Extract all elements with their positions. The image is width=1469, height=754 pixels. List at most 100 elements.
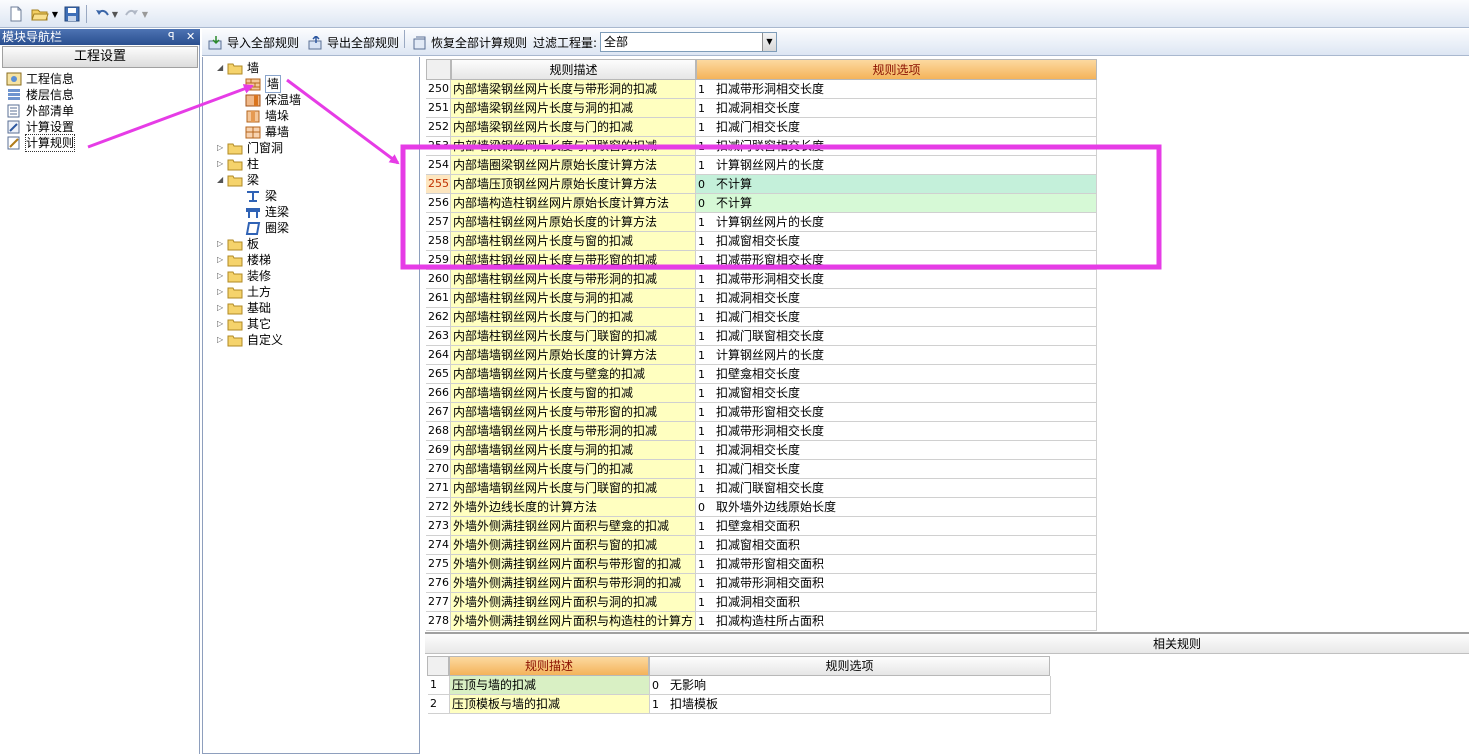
import-all-rules-button[interactable]: 导入全部规则 [208,34,299,52]
rule-description-cell[interactable]: 外墙外侧满挂钢丝网片面积与构造柱的计算方 [451,612,696,631]
rule-description-cell[interactable]: 内部墙墙钢丝网片长度与门的扣减 [451,460,696,479]
related-option-cell[interactable]: 1 扣墙模板 [650,695,1051,714]
rule-description-cell[interactable]: 外墙外边线长度的计算方法 [451,498,696,517]
table-row[interactable]: 263 内部墙柱钢丝网片长度与门联窗的扣减 1 扣减门联窗相交长度 [425,327,1097,346]
table-row[interactable]: 278 外墙外侧满挂钢丝网片面积与构造柱的计算方 1 扣减构造柱所占面积 [425,612,1097,631]
rule-description-cell[interactable]: 内部墙柱钢丝网片长度与门的扣减 [451,308,696,327]
column-header-options[interactable]: 规则选项 [696,59,1097,80]
rule-option-cell[interactable]: 1 计算钢丝网片的长度 [696,346,1097,365]
related-option-cell[interactable]: 0 无影响 [650,676,1051,695]
expand-icon[interactable]: ▷ [217,252,227,268]
table-row[interactable]: 266 内部墙墙钢丝网片长度与窗的扣减 1 扣减窗相交长度 [425,384,1097,403]
undo-icon[interactable] [92,4,112,24]
nav-item-project-info[interactable]: 工程信息 [6,71,74,87]
tree-node-slab[interactable]: ▷ 板 [217,236,259,252]
rule-description-cell[interactable]: 内部墙梁钢丝网片长度与带形洞的扣减 [451,80,696,99]
rule-description-cell[interactable]: 内部墙柱钢丝网片长度与门联窗的扣减 [451,327,696,346]
rule-option-cell[interactable]: 1 扣减洞相交面积 [696,593,1097,612]
tree-node-other[interactable]: ▷ 其它 [217,316,271,332]
table-row[interactable]: 265 内部墙墙钢丝网片长度与壁龛的扣减 1 扣壁龛相交长度 [425,365,1097,384]
rule-description-cell[interactable]: 内部墙柱钢丝网片长度与洞的扣减 [451,289,696,308]
table-row[interactable]: 267 内部墙墙钢丝网片长度与带形窗的扣减 1 扣减带形窗相交长度 [425,403,1097,422]
table-row[interactable]: 255 内部墙压顶钢丝网片原始长度计算方法 0 不计算 [425,175,1097,194]
expand-icon[interactable]: ▷ [217,156,227,172]
rule-option-cell[interactable]: 1 扣减带形窗相交面积 [696,555,1097,574]
rule-option-cell[interactable]: 1 扣减窗相交面积 [696,536,1097,555]
rule-description-cell[interactable]: 外墙外侧满挂钢丝网片面积与带形窗的扣减 [451,555,696,574]
rule-option-cell[interactable]: 1 扣减构造柱所占面积 [696,612,1097,631]
rule-option-cell[interactable]: 1 扣减门联窗相交长度 [696,137,1097,156]
rule-description-cell[interactable]: 内部墙柱钢丝网片长度与带形窗的扣减 [451,251,696,270]
nav-item-floor-info[interactable]: 楼层信息 [6,87,74,103]
expand-icon[interactable]: ▷ [217,140,227,156]
rule-description-cell[interactable]: 内部墙墙钢丝网片原始长度的计算方法 [451,346,696,365]
open-folder-icon[interactable] [30,4,50,24]
rule-option-cell[interactable]: 1 扣减带形洞相交长度 [696,422,1097,441]
table-row[interactable]: 253 内部墙梁钢丝网片长度与门联窗的扣减 1 扣减门联窗相交长度 [425,137,1097,156]
rule-description-cell[interactable]: 内部墙梁钢丝网片长度与门的扣减 [451,118,696,137]
related-description-cell[interactable]: 压顶模板与墙的扣减 [450,695,650,714]
tree-node-beam-group[interactable]: ◢ 梁 [217,172,259,188]
table-row[interactable]: 251 内部墙梁钢丝网片长度与洞的扣减 1 扣减洞相交长度 [425,99,1097,118]
tree-node-wall-pier[interactable]: 墙垛 [235,108,289,124]
tree-node-link-beam[interactable]: 连梁 [235,204,289,220]
rule-description-cell[interactable]: 内部墙墙钢丝网片长度与带形窗的扣减 [451,403,696,422]
related-column-header-description[interactable]: 规则描述 [449,656,649,676]
table-row[interactable]: 262 内部墙柱钢丝网片长度与门的扣减 1 扣减门相交长度 [425,308,1097,327]
rule-option-cell[interactable]: 1 计算钢丝网片的长度 [696,156,1097,175]
rule-description-cell[interactable]: 外墙外侧满挂钢丝网片面积与洞的扣减 [451,593,696,612]
rule-option-cell[interactable]: 1 扣减洞相交长度 [696,441,1097,460]
table-row[interactable]: 261 内部墙柱钢丝网片长度与洞的扣减 1 扣减洞相交长度 [425,289,1097,308]
tree-node-column[interactable]: ▷ 柱 [217,156,259,172]
rule-option-cell[interactable]: 0 不计算 [696,175,1097,194]
expand-icon[interactable]: ▷ [217,332,227,348]
table-row[interactable]: 259 内部墙柱钢丝网片长度与带形窗的扣减 1 扣减带形窗相交长度 [425,251,1097,270]
rule-option-cell[interactable]: 1 扣减洞相交长度 [696,99,1097,118]
table-row[interactable]: 257 内部墙柱钢丝网片原始长度的计算方法 1 计算钢丝网片的长度 [425,213,1097,232]
rule-option-cell[interactable]: 1 扣减门相交长度 [696,118,1097,137]
rule-option-cell[interactable]: 1 扣壁龛相交面积 [696,517,1097,536]
rule-option-cell[interactable]: 1 扣壁龛相交长度 [696,365,1097,384]
collapse-icon[interactable]: ◢ [217,172,227,188]
rule-description-cell[interactable]: 内部墙墙钢丝网片长度与壁龛的扣减 [451,365,696,384]
rule-option-cell[interactable]: 1 扣减门相交长度 [696,460,1097,479]
rule-description-cell[interactable]: 内部墙压顶钢丝网片原始长度计算方法 [451,175,696,194]
rule-option-cell[interactable]: 1 扣减带形洞相交面积 [696,574,1097,593]
table-row[interactable]: 275 外墙外侧满挂钢丝网片面积与带形窗的扣减 1 扣减带形窗相交面积 [425,555,1097,574]
tree-node-earthwork[interactable]: ▷ 土方 [217,284,271,300]
rule-description-cell[interactable]: 内部墙墙钢丝网片长度与带形洞的扣减 [451,422,696,441]
table-row[interactable]: 250 内部墙梁钢丝网片长度与带形洞的扣减 1 扣减带形洞相交长度 [425,80,1097,99]
tree-node-stairs[interactable]: ▷ 楼梯 [217,252,271,268]
open-dropdown-icon[interactable]: ▼ [50,4,60,24]
rule-description-cell[interactable]: 外墙外侧满挂钢丝网片面积与壁龛的扣减 [451,517,696,536]
rule-description-cell[interactable]: 内部墙柱钢丝网片长度与带形洞的扣减 [451,270,696,289]
rule-option-cell[interactable]: 1 扣减门相交长度 [696,308,1097,327]
redo-icon[interactable] [122,4,142,24]
rule-description-cell[interactable]: 外墙外侧满挂钢丝网片面积与带形洞的扣减 [451,574,696,593]
rule-description-cell[interactable]: 内部墙梁钢丝网片长度与门联窗的扣减 [451,137,696,156]
rule-option-cell[interactable]: 0 取外墙外边线原始长度 [696,498,1097,517]
rule-option-cell[interactable]: 1 扣减带形窗相交长度 [696,403,1097,422]
restore-all-rules-button[interactable]: 恢复全部计算规则 [412,34,527,52]
related-column-header-options[interactable]: 规则选项 [649,656,1050,676]
tree-node-wall-group[interactable]: ◢ 墙 [217,60,259,76]
nav-item-external-list[interactable]: 外部清单 [6,103,74,119]
rule-option-cell[interactable]: 1 扣减带形窗相交长度 [696,251,1097,270]
tree-node-wall[interactable]: 墙 [235,75,282,93]
redo-dropdown-icon[interactable]: ▼ [140,4,150,24]
table-row[interactable]: 276 外墙外侧满挂钢丝网片面积与带形洞的扣减 1 扣减带形洞相交面积 [425,574,1097,593]
rule-description-cell[interactable]: 内部墙墙钢丝网片长度与洞的扣减 [451,441,696,460]
tree-node-door-window-opening[interactable]: ▷ 门窗洞 [217,140,283,156]
tree-node-curtain-wall[interactable]: 幕墙 [235,124,289,140]
table-row[interactable]: 260 内部墙柱钢丝网片长度与带形洞的扣减 1 扣减带形洞相交长度 [425,270,1097,289]
rule-option-cell[interactable]: 1 扣减窗相交长度 [696,384,1097,403]
close-icon[interactable]: ✕ [186,29,195,45]
tree-node-beam[interactable]: 梁 [235,188,277,204]
related-description-cell[interactable]: 压顶与墙的扣减 [450,676,650,695]
tree-node-ring-beam[interactable]: 圈梁 [235,220,289,236]
table-row[interactable]: 272 外墙外边线长度的计算方法 0 取外墙外边线原始长度 [425,498,1097,517]
tree-node-insulation-wall[interactable]: 保温墙 [235,92,301,108]
rule-description-cell[interactable]: 内部墙柱钢丝网片长度与窗的扣减 [451,232,696,251]
expand-icon[interactable]: ▷ [217,236,227,252]
rule-description-cell[interactable]: 内部墙构造柱钢丝网片原始长度计算方法 [451,194,696,213]
